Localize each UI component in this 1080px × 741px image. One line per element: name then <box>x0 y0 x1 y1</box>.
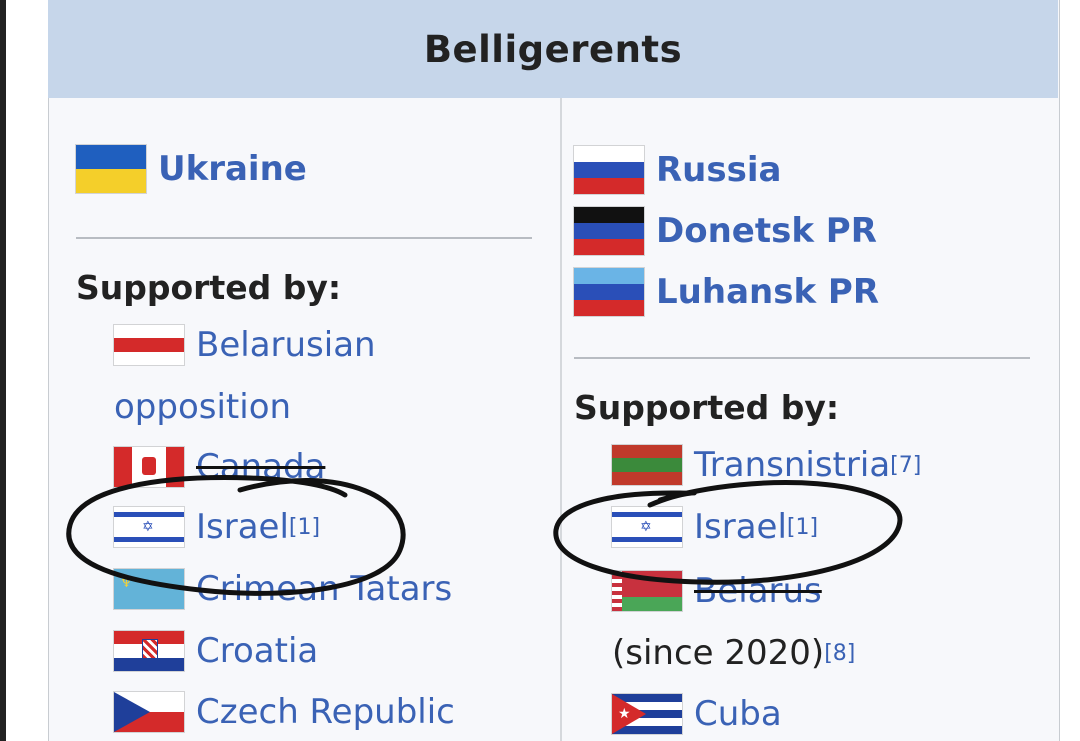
supporter-crimean-tatars[interactable]: ♆ Crimean Tatars <box>114 569 452 609</box>
supporter-opposition-wrap[interactable]: opposition <box>114 387 291 427</box>
reference-7[interactable]: [7] <box>890 453 921 478</box>
crimean-tatar-flag-icon: ♆ <box>114 569 184 609</box>
window-edge <box>0 0 6 741</box>
russia-flag-icon <box>574 146 644 194</box>
supporter-israel-left[interactable]: ✡ Israel [1] <box>114 507 320 547</box>
ukraine-link[interactable]: Ukraine <box>158 149 307 189</box>
infobox <box>48 0 1060 741</box>
supporter-transnistria[interactable]: Transnistria [7] <box>612 445 921 485</box>
croatia-link[interactable]: Croatia <box>196 631 318 671</box>
belarus-link[interactable]: Belarus <box>694 571 822 611</box>
ukraine-flag-icon <box>76 145 146 193</box>
cuba-link[interactable]: Cuba <box>694 694 782 734</box>
transnistria-link[interactable]: Transnistria <box>694 445 890 485</box>
left-separator <box>76 237 532 239</box>
belligerent-russia[interactable]: Russia <box>574 146 781 194</box>
section-title: Belligerents <box>423 27 683 71</box>
since-2020-text: (since 2020) <box>612 633 825 673</box>
supporter-israel-right[interactable]: ✡ Israel [1] <box>612 507 818 547</box>
belarus-opposition-flag-icon <box>114 325 184 365</box>
belligerent-luhansk[interactable]: Luhansk PR <box>574 268 879 316</box>
donetsk-flag-icon <box>574 207 644 255</box>
belligerent-donetsk[interactable]: Donetsk PR <box>574 207 877 255</box>
column-divider <box>560 98 562 741</box>
left-supported-by-label: Supported by: <box>76 268 342 307</box>
croatia-flag-icon <box>114 631 184 671</box>
supporter-czech-republic[interactable]: Czech Republic <box>114 692 455 732</box>
belligerent-ukraine[interactable]: Ukraine <box>76 145 307 193</box>
belarus-flag-icon <box>612 571 682 611</box>
supporter-belarusian-opposition[interactable]: Belarusian <box>114 325 376 365</box>
supporter-belarus[interactable]: Belarus <box>612 571 822 611</box>
israel-link[interactable]: Israel <box>694 507 787 547</box>
luhansk-link[interactable]: Luhansk PR <box>656 272 879 312</box>
supporter-cuba[interactable]: ★ Cuba <box>612 694 782 734</box>
right-separator <box>574 357 1030 359</box>
israel-flag-icon: ✡ <box>114 507 184 547</box>
canada-link[interactable]: Canada <box>196 447 325 487</box>
right-supported-by-label: Supported by: <box>574 388 840 427</box>
canada-flag-icon <box>114 447 184 487</box>
supporter-croatia[interactable]: Croatia <box>114 631 318 671</box>
opposition-link[interactable]: opposition <box>114 387 291 427</box>
israel-link[interactable]: Israel <box>196 507 289 547</box>
supporter-canada[interactable]: Canada <box>114 447 325 487</box>
reference-1[interactable]: [1] <box>787 515 818 540</box>
cuba-flag-icon: ★ <box>612 694 682 734</box>
reference-8[interactable]: [8] <box>824 641 855 666</box>
czech-flag-icon <box>114 692 184 732</box>
infobox-header: Belligerents <box>48 0 1058 98</box>
donetsk-link[interactable]: Donetsk PR <box>656 211 877 251</box>
transnistria-flag-icon <box>612 445 682 485</box>
israel-flag-icon: ✡ <box>612 507 682 547</box>
crimean-tatars-link[interactable]: Crimean Tatars <box>196 569 452 609</box>
reference-1[interactable]: [1] <box>289 515 320 540</box>
czech-republic-link[interactable]: Czech Republic <box>196 692 455 732</box>
luhansk-flag-icon <box>574 268 644 316</box>
supporter-belarus-since: (since 2020) [8] <box>612 633 855 673</box>
russia-link[interactable]: Russia <box>656 150 781 190</box>
belarusian-link[interactable]: Belarusian <box>196 325 376 365</box>
